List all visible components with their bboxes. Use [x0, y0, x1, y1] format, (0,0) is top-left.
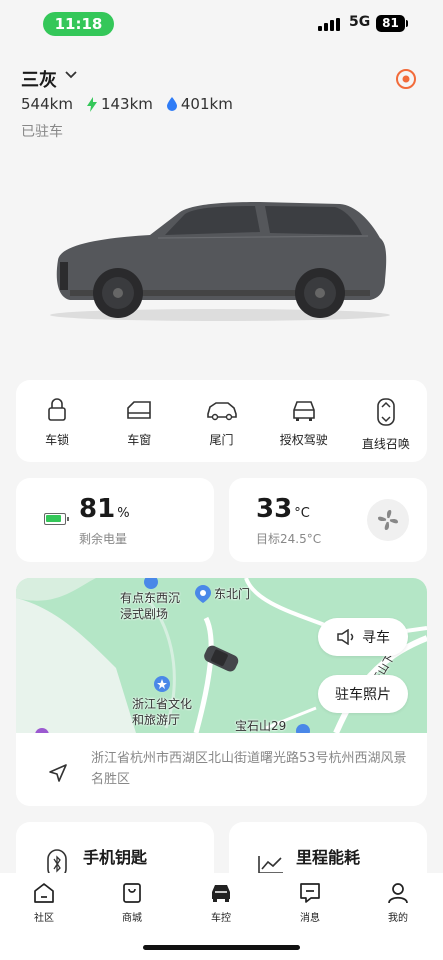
control-tailgate[interactable]: 尾门: [180, 380, 262, 462]
control-authorize[interactable]: 授权驾驶: [263, 380, 345, 462]
status-time: 11:18: [43, 12, 114, 36]
tab-profile[interactable]: 我的: [368, 882, 428, 924]
battery-label: 剩余电量: [79, 532, 128, 546]
parking-photos-button[interactable]: 驻车照片: [318, 675, 408, 713]
battery-level-icon: [44, 513, 69, 525]
map-card: 有点东西沉 浸式剧场 东北门 浙江省文化 和旅游厅 宝石山29 宝石山下 寻车 …: [16, 578, 427, 806]
chevron-down-icon[interactable]: [64, 70, 78, 80]
shop-bag-icon: [123, 883, 141, 903]
target-icon[interactable]: [395, 68, 417, 90]
control-window-label: 车窗: [127, 433, 152, 447]
map-label-museum: 浙江省文化 和旅游厅: [132, 696, 192, 728]
fuel-range-group: 401km: [166, 95, 233, 113]
battery-value: 81: [79, 494, 116, 524]
authorize-drive-icon: [292, 401, 315, 421]
battery-value-group: 81%: [79, 494, 130, 524]
tab-profile-label: 我的: [388, 913, 408, 924]
window-icon: [127, 401, 152, 419]
temperature-value: 33: [256, 494, 293, 524]
control-tailgate-label: 尾门: [209, 433, 234, 447]
poi-pin-icon: [144, 578, 158, 589]
tab-messages-label: 消息: [300, 913, 320, 924]
car-control-icon: [212, 885, 230, 902]
total-range: 544km: [21, 95, 73, 113]
map-label-mountain: 宝石山29: [235, 719, 287, 733]
battery-indicator: 81: [376, 15, 405, 32]
map-label-theater: 有点东西沉 浸式剧场: [120, 590, 180, 622]
message-icon: [300, 883, 320, 903]
phone-key-title: 手机钥匙: [83, 848, 148, 867]
tab-messages[interactable]: 消息: [280, 882, 340, 924]
address-text: 浙江省杭州市西湖区北山街道曙光路53号杭州西湖风景名胜区: [91, 751, 407, 787]
tab-community-label: 社区: [34, 913, 54, 924]
map-label-north-gate: 东北门: [214, 587, 251, 601]
control-summon[interactable]: 直线召唤: [345, 380, 427, 462]
navigation-arrow-icon[interactable]: [48, 763, 68, 783]
lock-icon: [48, 398, 66, 421]
control-window[interactable]: 车窗: [98, 380, 180, 462]
tab-community[interactable]: 社区: [14, 882, 74, 924]
quick-controls: 车锁 车窗 尾门 授权驾驶 直线召唤: [16, 380, 427, 462]
map-view[interactable]: 有点东西沉 浸式剧场 东北门 浙江省文化 和旅游厅 宝石山29 宝石山下 寻车 …: [16, 578, 427, 733]
control-lock[interactable]: 车锁: [16, 380, 98, 462]
tab-shop-label: 商城: [122, 913, 142, 924]
museum-pin-icon: [154, 676, 170, 692]
home-icon: [34, 883, 54, 903]
gate-pin-icon: [195, 585, 211, 603]
range-summary: 544km 143km 401km: [21, 95, 247, 113]
target-temperature: 目标24.5°C: [256, 532, 322, 546]
tab-car-control-label: 车控: [211, 913, 231, 924]
fan-icon: [378, 510, 398, 530]
tailgate-icon: [206, 402, 237, 421]
control-authorize-label: 授权驾驶: [279, 433, 328, 447]
find-car-label: 寻车: [362, 630, 390, 646]
control-summon-label: 直线召唤: [361, 437, 410, 451]
network-type: 5G: [349, 14, 371, 30]
horn-icon: [337, 629, 354, 645]
battery-unit: %: [117, 506, 130, 521]
battery-tip: [406, 20, 408, 27]
climate-card[interactable]: 33 °C 目标24.5°C: [229, 478, 427, 562]
parking-photos-label: 驻车照片: [335, 687, 391, 703]
fuel-range: 401km: [180, 95, 233, 113]
signal-icon: [318, 18, 342, 31]
chart-line-icon: [258, 856, 283, 874]
car-image: [50, 202, 390, 321]
tab-car-control[interactable]: 车控: [191, 882, 251, 924]
profile-icon: [388, 883, 408, 904]
home-indicator: [143, 945, 300, 950]
control-lock-label: 车锁: [45, 433, 70, 447]
electric-range-group: 143km: [86, 95, 153, 113]
mileage-title: 里程能耗: [296, 848, 361, 867]
address-bar[interactable]: 浙江省杭州市西湖区北山街道曙光路53号杭州西湖风景名胜区: [16, 733, 427, 806]
fuel-drop-icon: [166, 97, 177, 111]
map-label-museum-text: 浙江省文化 和旅游厅: [132, 697, 193, 727]
car-name[interactable]: 三灰: [21, 66, 57, 92]
parking-status: 已驻车: [21, 124, 63, 140]
temperature-unit: °C: [294, 506, 310, 521]
mountain-pin-icon: [296, 724, 310, 733]
battery-card[interactable]: 81% 剩余电量: [16, 478, 214, 562]
electric-range: 143km: [100, 95, 153, 113]
summon-icon: [377, 398, 395, 426]
map-label-theater-text: 有点东西沉 浸式剧场: [120, 591, 181, 621]
lightning-icon: [86, 96, 97, 112]
find-car-button[interactable]: 寻车: [318, 618, 408, 656]
temperature-value-group: 33 °C: [256, 494, 310, 524]
fan-button[interactable]: [367, 499, 409, 541]
tab-shop[interactable]: 商城: [102, 882, 162, 924]
car-location-marker[interactable]: [200, 642, 242, 676]
status-bar: 11:18 5G 81: [0, 10, 443, 38]
